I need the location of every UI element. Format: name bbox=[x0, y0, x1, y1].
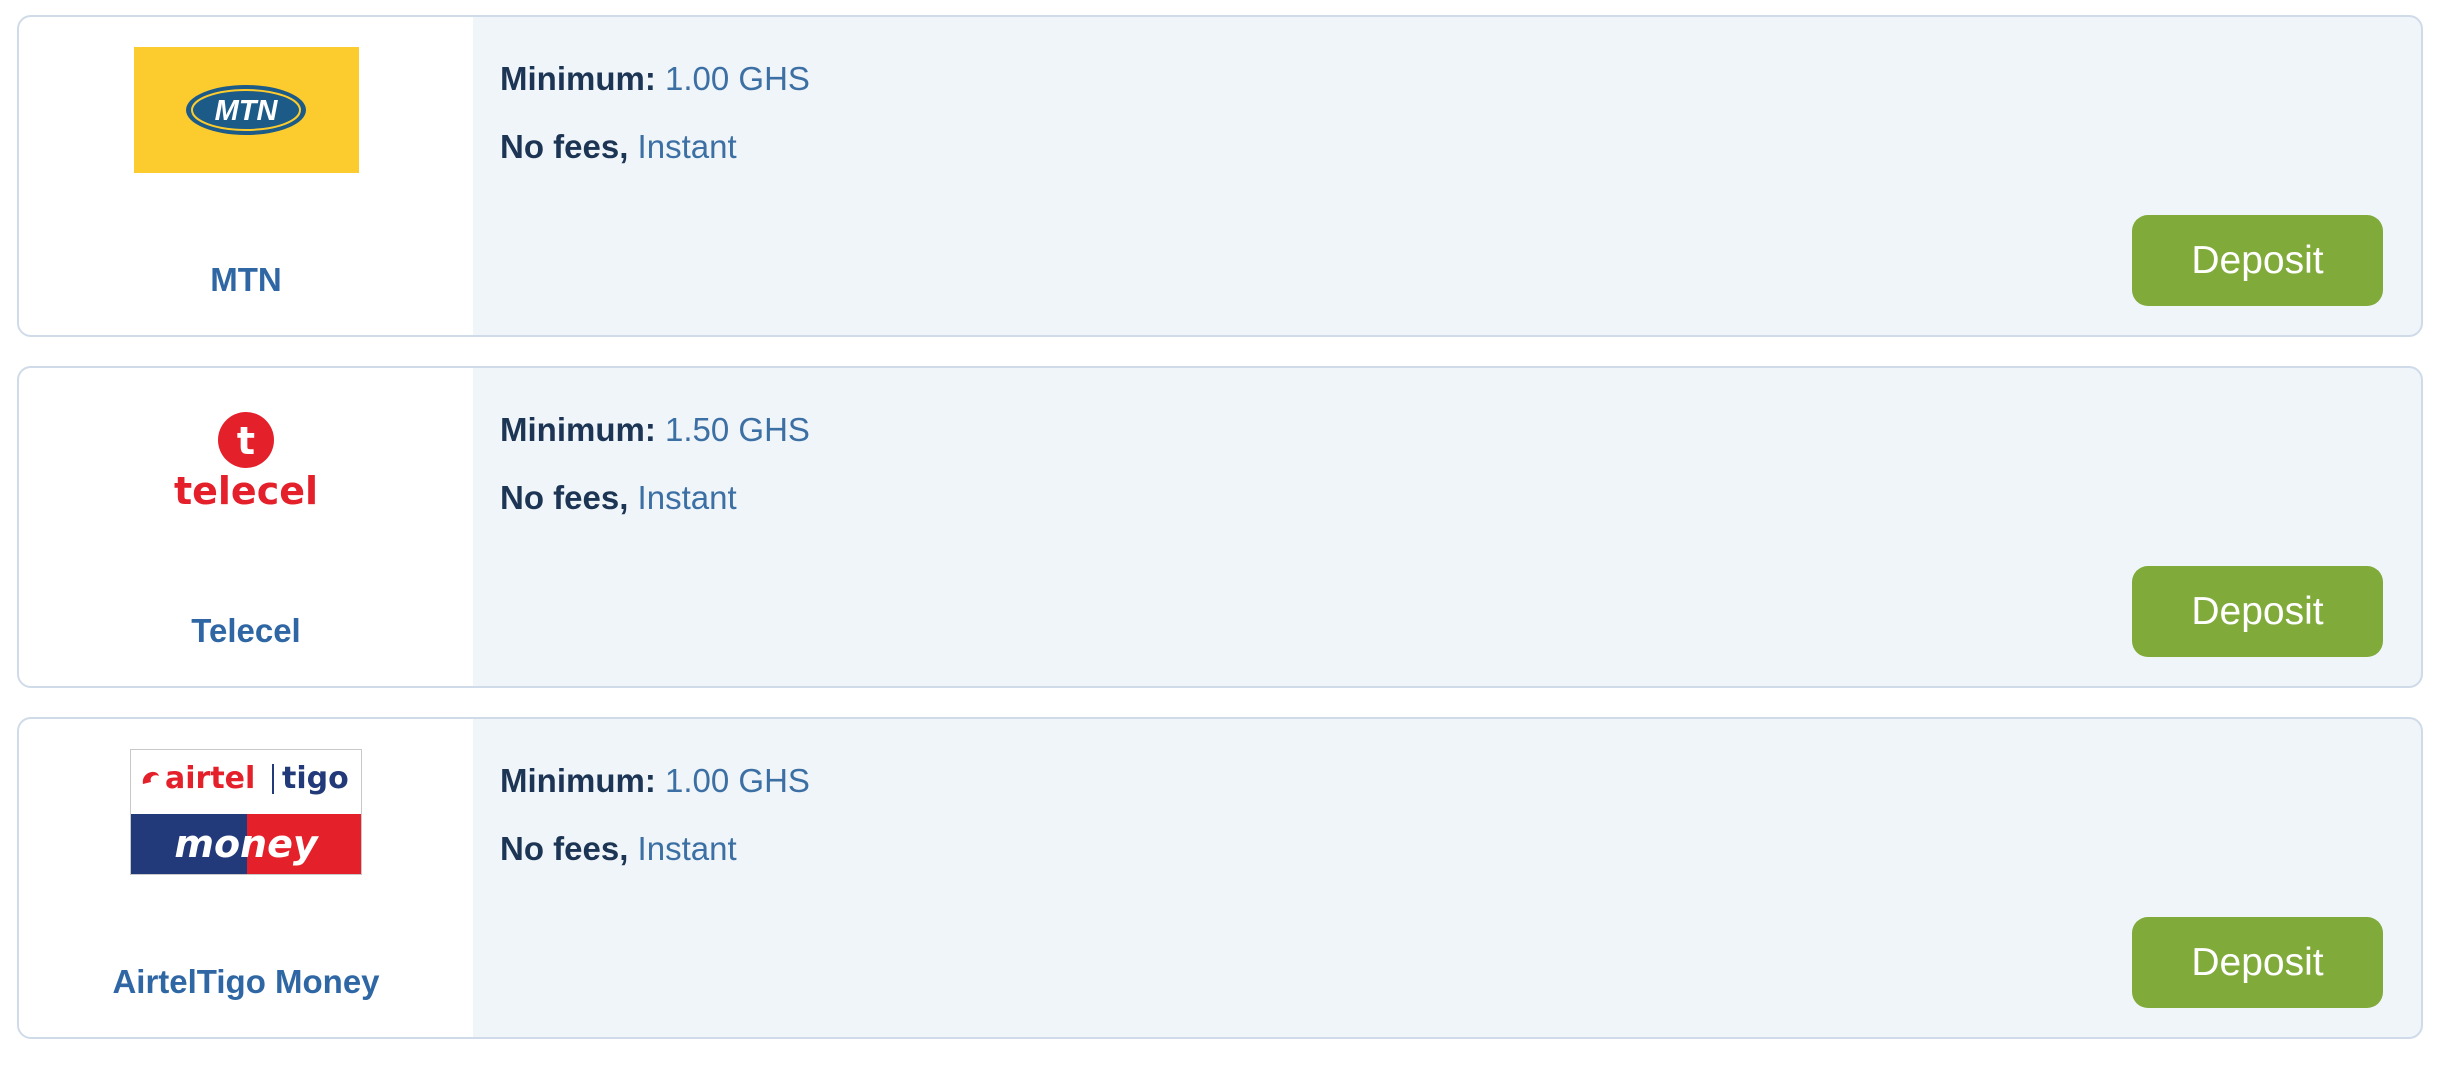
method-name: MTN bbox=[210, 261, 282, 298]
minimum-line: Minimum: 1.00 GHS bbox=[500, 59, 810, 99]
method-logo: airtel tigo money bbox=[19, 747, 473, 877]
fees-line: No fees, Instant bbox=[500, 829, 810, 869]
deposit-button[interactable]: Deposit bbox=[2132, 917, 2383, 1008]
fees-label: No fees, bbox=[500, 128, 629, 165]
payment-method-card: airtel tigo money AirtelTigo Money Minim… bbox=[17, 717, 2423, 1039]
svg-text:MTN: MTN bbox=[214, 95, 278, 127]
minimum-label: Minimum: bbox=[500, 411, 656, 448]
fees-line: No fees, Instant bbox=[500, 478, 810, 518]
method-name: AirtelTigo Money bbox=[112, 963, 380, 1000]
method-brand-panel: MTN MTN bbox=[19, 17, 473, 335]
svg-text:telecel: telecel bbox=[174, 469, 318, 513]
speed-value: Instant bbox=[637, 128, 737, 165]
minimum-label: Minimum: bbox=[500, 762, 656, 799]
method-details: Minimum: 1.00 GHS No fees, Instant bbox=[500, 59, 810, 195]
minimum-line: Minimum: 1.50 GHS bbox=[500, 410, 810, 450]
minimum-value: 1.00 GHS bbox=[665, 60, 810, 97]
speed-value: Instant bbox=[637, 479, 737, 516]
deposit-button[interactable]: Deposit bbox=[2132, 215, 2383, 306]
minimum-value: 1.50 GHS bbox=[665, 411, 810, 448]
method-logo: MTN bbox=[19, 45, 473, 175]
method-brand-panel: airtel tigo money AirtelTigo Money bbox=[19, 719, 473, 1037]
minimum-label: Minimum: bbox=[500, 60, 656, 97]
minimum-value: 1.00 GHS bbox=[665, 762, 810, 799]
method-name: Telecel bbox=[191, 612, 301, 649]
mtn-logo: MTN bbox=[133, 47, 359, 173]
svg-text:airtel: airtel bbox=[165, 761, 255, 796]
deposit-button[interactable]: Deposit bbox=[2132, 566, 2383, 657]
method-details: Minimum: 1.00 GHS No fees, Instant bbox=[500, 761, 810, 897]
method-logo: t telecel bbox=[19, 396, 473, 526]
method-brand-panel: t telecel Telecel bbox=[19, 368, 473, 686]
mtn-logo-graphic: MTN bbox=[185, 85, 306, 135]
payment-method-card: MTN MTN Minimum: 1.00 GHS No fees, Insta… bbox=[17, 15, 2423, 337]
svg-text:t: t bbox=[237, 419, 255, 463]
svg-text:tigo: tigo bbox=[282, 761, 349, 796]
payment-method-card: t telecel Telecel Minimum: 1.50 GHS No f… bbox=[17, 366, 2423, 688]
speed-value: Instant bbox=[637, 830, 737, 867]
fees-label: No fees, bbox=[500, 830, 629, 867]
airteltigo-logo-graphic: airtel tigo money bbox=[131, 750, 361, 874]
payment-method-list: MTN MTN Minimum: 1.00 GHS No fees, Insta… bbox=[17, 15, 2423, 1068]
fees-label: No fees, bbox=[500, 479, 629, 516]
svg-text:money: money bbox=[174, 822, 320, 866]
airteltigo-money-logo: airtel tigo money bbox=[130, 749, 362, 875]
telecel-logo: t telecel bbox=[174, 412, 318, 513]
minimum-line: Minimum: 1.00 GHS bbox=[500, 761, 810, 801]
fees-line: No fees, Instant bbox=[500, 127, 810, 167]
method-details: Minimum: 1.50 GHS No fees, Instant bbox=[500, 410, 810, 546]
